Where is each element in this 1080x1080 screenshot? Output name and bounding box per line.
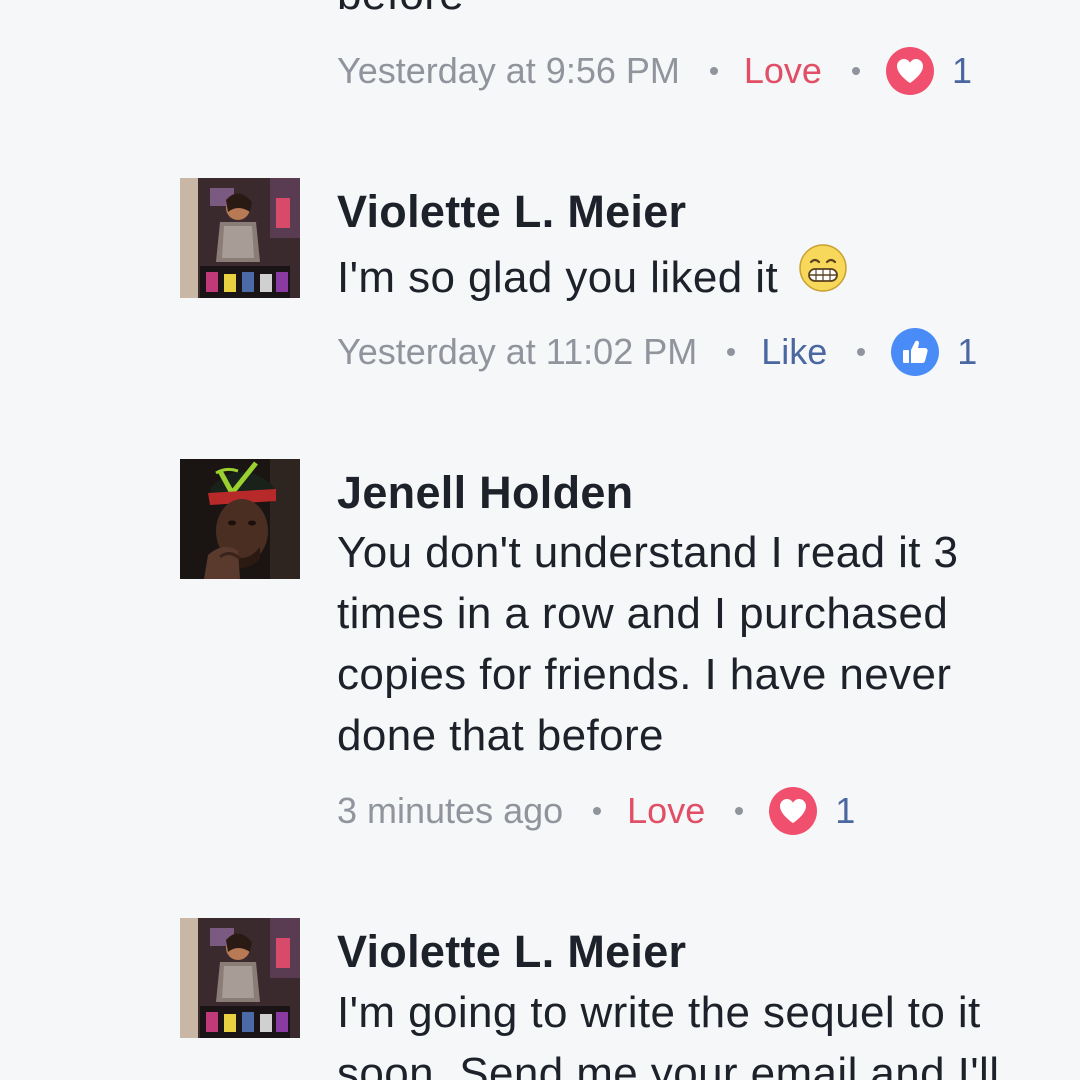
separator-dot <box>857 348 866 356</box>
comment-line: I'm so glad you liked it <box>337 244 1037 313</box>
avatar[interactable] <box>180 459 300 579</box>
like-reaction-button[interactable]: Like <box>761 331 827 373</box>
comment-meta: Yesterday at 9:56 PM Love 1 <box>337 46 972 96</box>
comment-meta: Yesterday at 11:02 PM Like 1 <box>337 327 977 377</box>
comment-timestamp[interactable]: 3 minutes ago <box>337 790 563 832</box>
comment-timestamp[interactable]: Yesterday at 11:02 PM <box>337 331 697 373</box>
love-reaction-button[interactable]: Love <box>627 790 705 832</box>
comment-line-text: I'm so glad you liked it <box>337 253 779 302</box>
love-reaction-button[interactable]: Love <box>744 50 822 92</box>
comment-line: done that before <box>337 711 664 760</box>
comment-body: before <box>337 0 1037 25</box>
comment-author[interactable]: Violette L. Meier <box>337 186 686 238</box>
reaction-count[interactable]: 1 <box>835 790 855 832</box>
avatar[interactable] <box>180 918 300 1038</box>
comment-author[interactable]: Violette L. Meier <box>337 926 686 978</box>
comment-body: I'm going to write the sequel to it soon… <box>337 982 1037 1080</box>
heart-icon[interactable] <box>769 787 818 835</box>
separator-dot <box>593 807 602 815</box>
separator-dot <box>851 67 860 75</box>
thumbs-up-icon[interactable] <box>891 328 940 376</box>
comment-line: before <box>337 0 1037 25</box>
comment-meta: 3 minutes ago Love 1 <box>337 786 855 836</box>
comment-body: I'm so glad you liked it <box>337 244 1037 313</box>
comment-line: copies for friends. I have never <box>337 650 952 699</box>
comment-line: I'm going to write the sequel to it <box>337 988 981 1037</box>
comment-timestamp[interactable]: Yesterday at 9:56 PM <box>337 50 680 92</box>
reaction-count[interactable]: 1 <box>952 50 972 92</box>
separator-dot <box>727 348 736 356</box>
separator-dot <box>709 67 718 75</box>
avatar[interactable] <box>180 178 300 298</box>
comment-line: You don't understand I read it 3 <box>337 528 959 577</box>
reaction-count[interactable]: 1 <box>957 331 977 373</box>
comment-line: times in a row and I purchased <box>337 589 949 638</box>
separator-dot <box>735 807 744 815</box>
comment-line: soon. Send me your email and I'll <box>337 1049 1000 1080</box>
heart-icon[interactable] <box>885 47 934 95</box>
grinning-face-emoji <box>798 243 848 309</box>
comment-thread: before Yesterday at 9:56 PM Love 1 <box>0 0 1080 1080</box>
comment-body: You don't understand I read it 3 times i… <box>337 522 1037 766</box>
comment-author[interactable]: Jenell Holden <box>337 467 633 519</box>
